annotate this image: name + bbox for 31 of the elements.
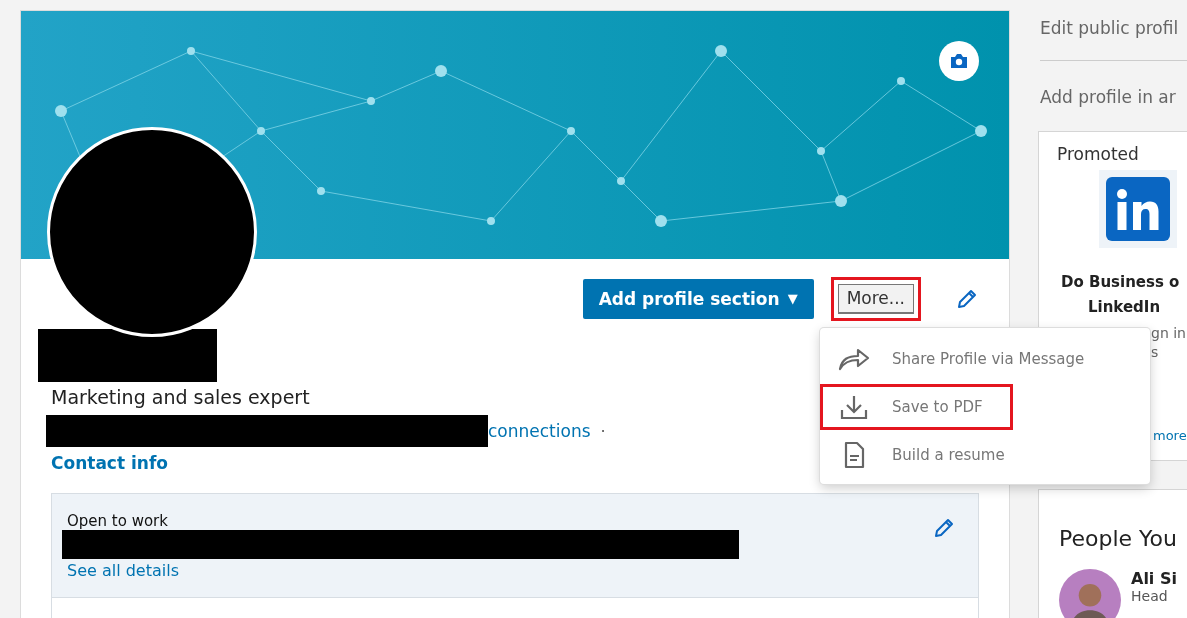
see-all-details-link[interactable]: See all details xyxy=(67,561,179,580)
people-title: People You xyxy=(1059,526,1177,551)
camera-icon xyxy=(950,53,968,69)
headline-text: Marketing and sales expert xyxy=(51,386,310,408)
more-link[interactable]: more xyxy=(1153,428,1187,443)
promoted-title: LinkedIn xyxy=(1086,297,1162,318)
in-logo-icon xyxy=(1106,177,1170,241)
add-profile-language-link[interactable]: Add profile in ar xyxy=(1030,61,1187,131)
add-profile-section-button[interactable]: Add profile section ▼ xyxy=(582,278,814,319)
contact-info-link[interactable]: Contact info xyxy=(51,453,168,473)
menu-item-label: Share Profile via Message xyxy=(892,350,1085,368)
share-arrow-icon xyxy=(838,347,870,371)
menu-item-label: Build a resume xyxy=(892,446,1005,464)
edit-public-profile-link[interactable]: Edit public profil xyxy=(1030,10,1187,60)
promoted-title: Do Business o xyxy=(1060,272,1181,293)
connections-link[interactable]: connections xyxy=(488,421,591,441)
open-to-work-title: Open to work xyxy=(67,512,168,530)
menu-item[interactable]: Build a resume xyxy=(820,432,1035,478)
menu-item-label: Save to PDF xyxy=(892,398,983,416)
person-name: Ali Si xyxy=(1131,569,1177,588)
promoted-text: gn in xyxy=(1151,324,1186,343)
download-icon xyxy=(838,394,870,420)
person-avatar xyxy=(1059,569,1121,618)
promoted-text: s xyxy=(1151,343,1159,362)
separator-dot: · xyxy=(600,421,606,441)
menu-item[interactable]: Save to PDF xyxy=(820,384,1013,430)
pencil-icon xyxy=(932,516,956,540)
menu-item[interactable]: Share Profile via Message xyxy=(820,336,1115,382)
promoted-label: Promoted xyxy=(1057,144,1140,164)
more-button[interactable]: More... xyxy=(837,283,914,314)
person-subtitle: Head xyxy=(1131,588,1169,604)
